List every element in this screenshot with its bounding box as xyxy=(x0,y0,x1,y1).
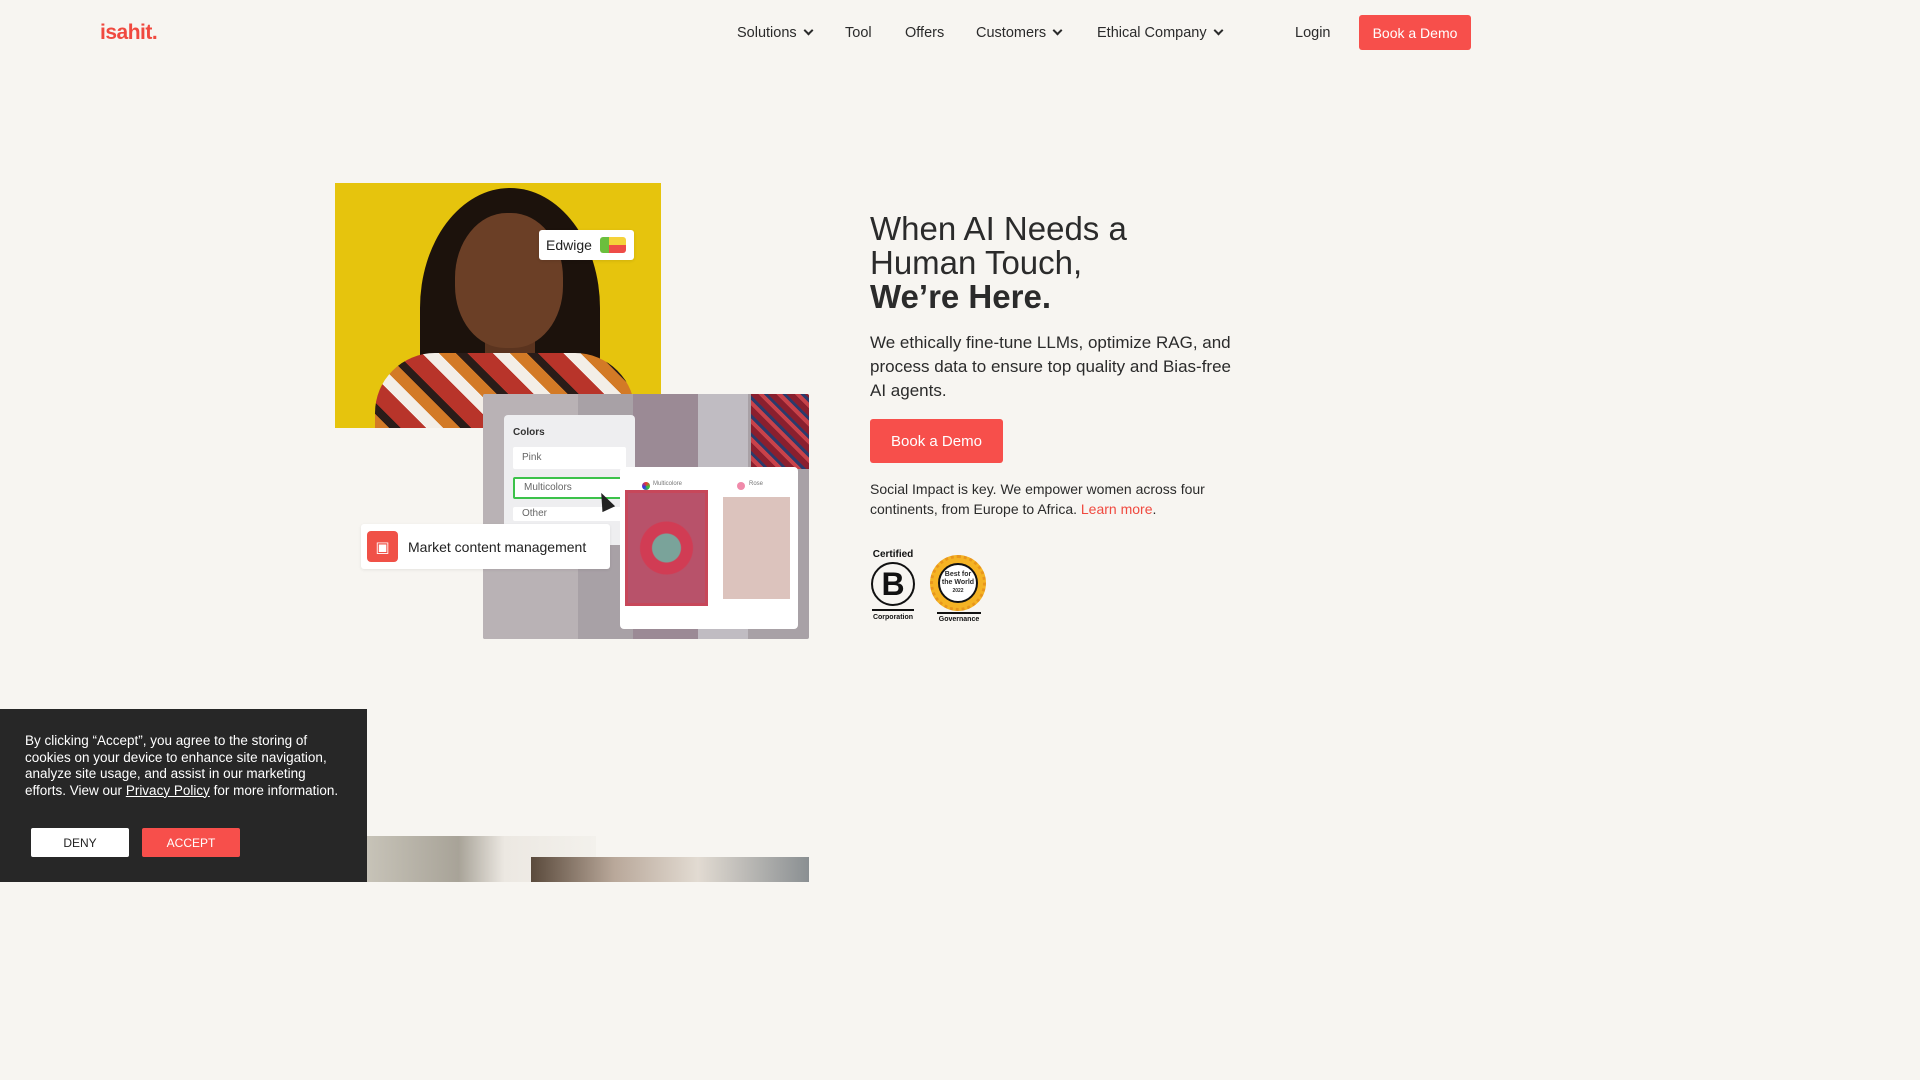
learn-more-link[interactable]: Learn more xyxy=(1081,501,1153,517)
best-for-world-badge: Best for the World 2022 xyxy=(930,555,986,611)
nav-tool-label: Tool xyxy=(845,25,872,41)
cookie-text-after: for more information. xyxy=(209,782,339,798)
chevron-down-icon xyxy=(803,25,814,36)
bcorp-corporation: Corporation xyxy=(872,614,914,621)
isahit-logo[interactable]: isahit. xyxy=(100,21,158,45)
color-option-other: Other xyxy=(513,507,626,521)
task-label-card: ▣ Market content management xyxy=(361,524,610,569)
cookie-deny-button[interactable]: DENY xyxy=(31,828,129,857)
chevron-down-icon xyxy=(1052,25,1063,36)
colors-panel-title: Colors xyxy=(513,427,545,438)
nav-ethical-company-label: Ethical Company xyxy=(1097,25,1207,41)
chevron-down-icon xyxy=(1213,25,1224,36)
hero-title-line2: Human Touch, xyxy=(870,244,1083,281)
name-tag-label: Edwige xyxy=(546,237,592,253)
color-option-pink: Pink xyxy=(513,447,626,469)
task-label: Market content management xyxy=(408,538,587,555)
nav-tool[interactable]: Tool xyxy=(845,25,872,41)
hero-title-bold: We’re Here. xyxy=(870,278,1051,315)
hero-lead: We ethically fine-tune LLMs, optimize RA… xyxy=(870,333,1231,400)
card-label-rose: Rose xyxy=(749,481,764,487)
name-tag: Edwige xyxy=(539,230,634,260)
nav-offers[interactable]: Offers xyxy=(905,25,944,41)
nav-solutions[interactable]: Solutions xyxy=(737,25,814,41)
nav-offers-label: Offers xyxy=(905,25,945,41)
bottom-image-right xyxy=(531,857,809,882)
impact-text: Social Impact is key. We empower women a… xyxy=(870,479,1242,519)
nav-customers[interactable]: Customers xyxy=(976,25,1063,41)
nav-ethical-company[interactable]: Ethical Company xyxy=(1097,25,1224,41)
login-link[interactable]: Login xyxy=(1295,25,1330,41)
hero-book-demo-button[interactable]: Book a Demo xyxy=(870,419,1003,463)
flag-icon xyxy=(600,237,626,253)
impact-end: . xyxy=(1152,501,1157,517)
hero-portrait-image xyxy=(335,183,661,428)
bcorp-letter: B xyxy=(871,562,915,606)
nav-solutions-label: Solutions xyxy=(737,25,797,41)
hero-title-line1: When AI Needs a xyxy=(870,210,1127,247)
header-book-demo-button[interactable]: Book a Demo xyxy=(1359,15,1471,50)
best-for-world-year: 2022 xyxy=(952,588,964,594)
best-for-world-governance: Governance xyxy=(938,616,980,623)
card-label-multicolore: Multicolore xyxy=(653,481,683,487)
best-for-world-text: Best for the World xyxy=(941,571,975,586)
cookie-text: By clicking “Accept”, you agree to the s… xyxy=(25,733,342,799)
hero-title: When AI Needs a Human Touch, We’re Here. xyxy=(870,212,1290,314)
nav-customers-label: Customers xyxy=(976,25,1047,41)
multicolor-rug-image xyxy=(625,490,708,606)
rose-rug-image xyxy=(723,497,790,599)
multicolor-dot-icon xyxy=(642,482,650,490)
bcorp-badge: Certified B Corporation xyxy=(870,549,916,627)
privacy-policy-link[interactable]: Privacy Policy xyxy=(126,783,210,798)
basket-icon: ▣ xyxy=(367,531,398,562)
bcorp-certified: Certified xyxy=(872,549,914,560)
rose-dot-icon xyxy=(737,482,745,490)
cookie-accept-button[interactable]: ACCEPT xyxy=(142,828,240,857)
